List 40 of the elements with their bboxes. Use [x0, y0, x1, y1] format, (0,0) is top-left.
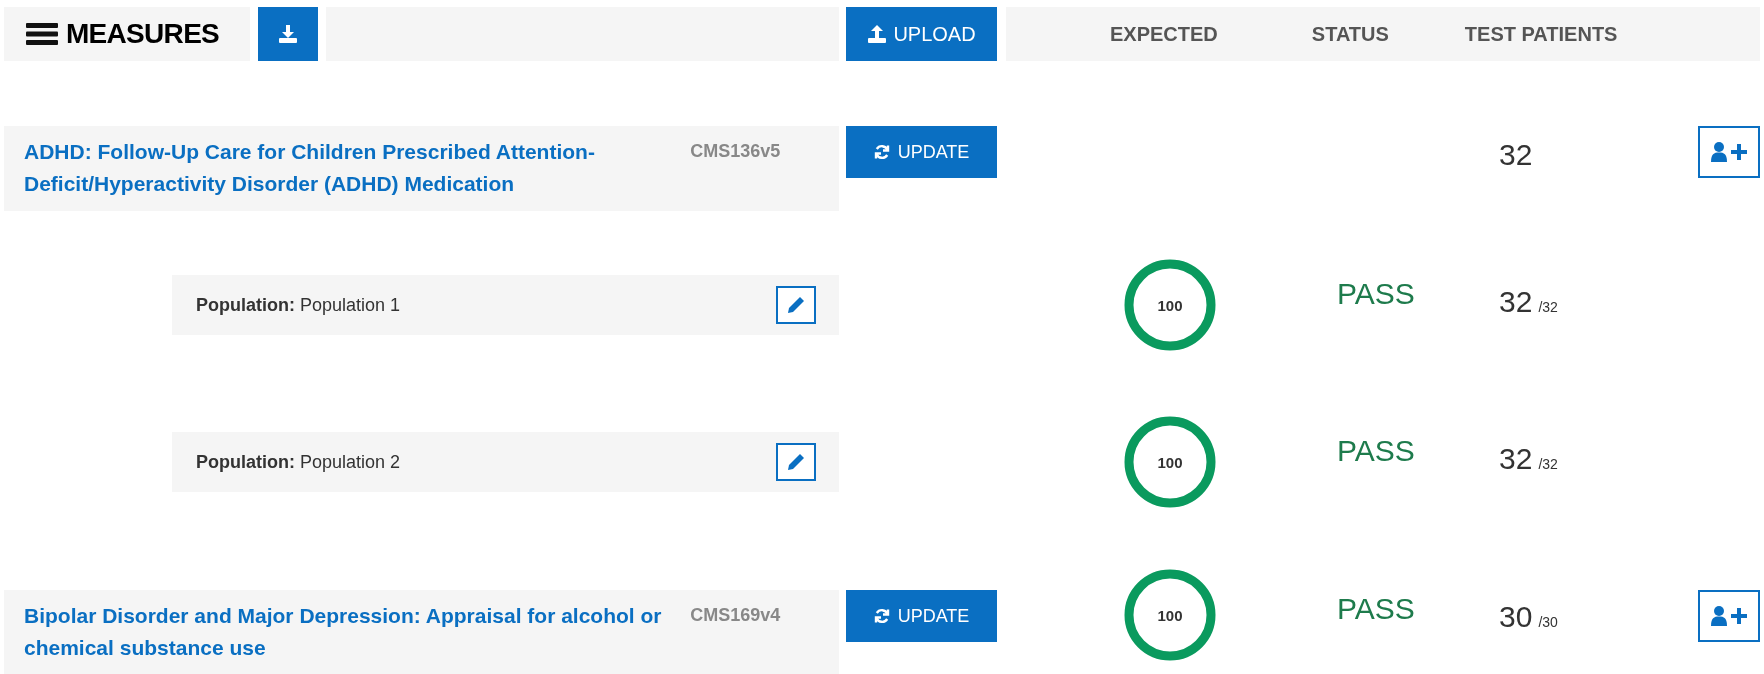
patient-count: 32 [1499, 444, 1533, 474]
status-text: PASS [1337, 434, 1415, 467]
add-patient-button[interactable] [1698, 126, 1760, 178]
refresh-icon [873, 144, 890, 160]
population-label: Population: Population 1 [196, 293, 401, 317]
expected-value: 100 [1157, 297, 1183, 313]
update-button[interactable]: UPDATE [846, 590, 997, 642]
patient-total: /32 [1538, 298, 1558, 317]
edit-button[interactable] [776, 443, 816, 481]
user-plus-icon [1710, 141, 1748, 163]
expected-value: 100 [1157, 607, 1183, 623]
refresh-icon [873, 608, 890, 624]
patient-total: /30 [1538, 613, 1558, 632]
download-button[interactable] [258, 7, 318, 61]
status-text: PASS [1337, 277, 1415, 310]
patient-count: 32 [1499, 140, 1533, 170]
upload-button[interactable]: UPLOAD [846, 7, 997, 61]
column-header: TEST PATIENTS [1464, 22, 1618, 47]
measure-code: CMS136v5 [690, 140, 782, 163]
pencil-icon [787, 296, 805, 314]
measure-link[interactable]: Bipolar Disorder and Major Depression: Appraisal for alcohol or chemical substance use [24, 600, 686, 664]
pencil-icon [787, 453, 805, 471]
list-icon [26, 23, 58, 45]
upload-icon [867, 24, 888, 44]
update-button[interactable]: UPDATE [846, 126, 997, 178]
column-header: STATUS [1311, 22, 1389, 47]
edit-button[interactable] [776, 286, 816, 324]
measure-code: CMS169v4 [690, 604, 782, 627]
patient-count: 32 [1499, 287, 1533, 317]
patient-count: 30 [1499, 602, 1533, 632]
status-text: PASS [1337, 592, 1415, 625]
user-plus-icon [1710, 605, 1748, 627]
population-label: Population: Population 2 [196, 450, 401, 474]
patient-total: /32 [1538, 455, 1558, 474]
page-title: MEASURES [66, 17, 220, 51]
download-icon [278, 24, 298, 44]
measure-link[interactable]: ADHD: Follow-Up Care for Children Prescribed Attention-Deficit/Hyperactivity Disorder (ADHD) Medication [24, 136, 686, 200]
add-patient-button[interactable] [1698, 590, 1760, 642]
expected-value: 100 [1157, 454, 1183, 470]
column-header: EXPECTED [1110, 22, 1218, 47]
